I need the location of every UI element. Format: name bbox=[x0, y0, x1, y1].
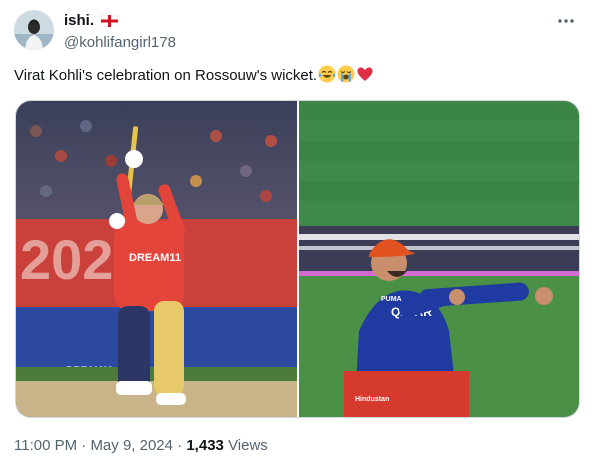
tweet-text-content: Virat Kohli's celebration on Rossouw's w… bbox=[14, 67, 318, 84]
author-handle[interactable]: @kohlifangirl178 bbox=[64, 33, 176, 53]
photo-batsman[interactable]: 2024 DREAM11 DREAM11 bbox=[16, 101, 297, 417]
views-link[interactable]: 1,433 Views bbox=[186, 437, 267, 454]
tweet-date: May 9, 2024 bbox=[90, 437, 173, 454]
author-names: ishi. @kohlifangirl178 bbox=[64, 11, 176, 53]
tweet-text: Virat Kohli's celebration on Rossouw's w… bbox=[14, 65, 584, 86]
tweet-header: ishi. @kohlifangirl178 bbox=[14, 10, 584, 52]
brand-text: PUMA bbox=[381, 296, 402, 303]
tweet-meta: 11:00 PM · May 9, 2024 · 1,433 Views bbox=[14, 436, 268, 456]
meta-separator: · bbox=[177, 437, 183, 454]
views-count: 1,433 bbox=[186, 437, 224, 454]
loudly-crying-face-icon bbox=[337, 65, 355, 83]
media-grid: 2024 DREAM11 DREAM11 bbox=[15, 100, 580, 418]
more-options-button[interactable] bbox=[552, 10, 580, 32]
sponsor-text: Hindustan bbox=[355, 396, 389, 403]
meta-separator: · bbox=[81, 437, 87, 454]
more-dots-icon bbox=[558, 19, 574, 23]
red-heart-icon bbox=[356, 65, 374, 83]
face-with-tears-of-joy-icon bbox=[318, 65, 336, 83]
avatar[interactable] bbox=[14, 10, 54, 50]
tweet-time: 11:00 PM bbox=[14, 437, 78, 454]
tweet-timestamp[interactable]: 11:00 PM · May 9, 2024 bbox=[14, 437, 173, 454]
photo-kohli-celebration[interactable]: QATAR PUMA Hindustan bbox=[299, 101, 579, 417]
tweet-card: ishi. @kohlifangirl178 Virat Kohli's cel… bbox=[0, 0, 598, 469]
views-label: Views bbox=[228, 437, 268, 454]
author-display-name[interactable]: ishi. bbox=[64, 11, 94, 30]
jersey-text: DREAM11 bbox=[129, 252, 181, 264]
england-flag-icon bbox=[101, 14, 119, 32]
avatar-image bbox=[14, 10, 54, 50]
